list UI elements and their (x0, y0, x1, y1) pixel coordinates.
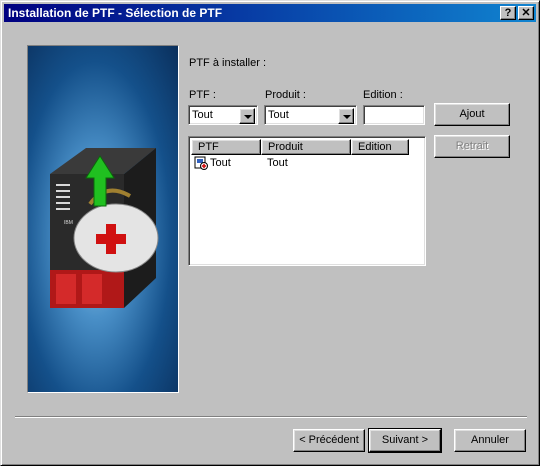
edition-label: Edition : (363, 89, 403, 101)
ajout-button[interactable]: Ajout (434, 103, 510, 126)
back-button[interactable]: < Précédent (293, 429, 365, 452)
ptf-list[interactable]: PTF Produit Edition Tout Tout (188, 136, 426, 266)
ptf-select[interactable]: Tout (188, 105, 258, 125)
ptf-label: PTF : (189, 89, 216, 101)
title-bar: Installation de PTF - Sélection de PTF ?… (4, 4, 536, 22)
column-header-produit[interactable]: Produit (261, 139, 351, 155)
server-brand-label: IBM (64, 220, 73, 226)
ptf-heading: PTF à installer : (189, 57, 267, 69)
footer-separator (15, 416, 527, 418)
cancel-button[interactable]: Annuler (454, 429, 526, 452)
produit-dropdown-icon[interactable] (338, 108, 354, 124)
ptf-dropdown-icon[interactable] (239, 108, 255, 124)
row-ptf-cell: Tout (210, 157, 231, 169)
ptf-package-icon (194, 156, 208, 170)
produit-select[interactable]: Tout (264, 105, 357, 125)
ptf-select-value: Tout (192, 109, 213, 121)
column-header-edition[interactable]: Edition (351, 139, 409, 155)
wizard-window: Installation de PTF - Sélection de PTF ?… (0, 0, 540, 466)
produit-select-value: Tout (268, 109, 289, 121)
row-produit-cell: Tout (267, 157, 288, 169)
server-illustration: IBM (50, 148, 159, 308)
list-item[interactable]: Tout Tout (192, 156, 422, 172)
retrait-button[interactable]: Retrait (434, 135, 510, 158)
window-title: Installation de PTF - Sélection de PTF (8, 6, 223, 20)
help-button[interactable]: ? (500, 6, 516, 20)
produit-label: Produit : (265, 89, 306, 101)
close-button[interactable]: ✕ (518, 6, 534, 20)
wizard-illustration: IBM (27, 45, 179, 393)
edition-input[interactable] (363, 105, 425, 125)
column-header-ptf[interactable]: PTF (191, 139, 261, 155)
next-button[interactable]: Suivant > (368, 428, 442, 453)
